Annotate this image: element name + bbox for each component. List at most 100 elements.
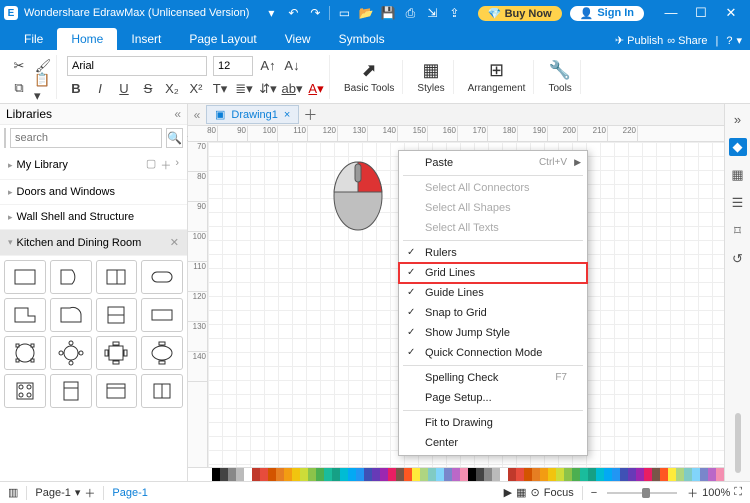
fit-page-icon[interactable]: ⛶ bbox=[734, 486, 742, 499]
collapse-libraries-icon[interactable]: « bbox=[174, 107, 181, 121]
close-tab-icon[interactable]: × bbox=[284, 109, 290, 121]
new-icon[interactable]: ▭ bbox=[336, 5, 352, 21]
highlight-icon[interactable]: ab▾ bbox=[283, 80, 301, 98]
bullets-icon[interactable]: ≣▾ bbox=[235, 80, 253, 98]
layout-mode-icon[interactable]: ▥ bbox=[8, 486, 18, 499]
menu-page-layout[interactable]: Page Layout bbox=[175, 28, 270, 50]
qat-dropdown-icon[interactable]: ▾ bbox=[263, 5, 279, 21]
shape-item[interactable] bbox=[141, 298, 183, 332]
search-icon[interactable]: 🔍 bbox=[166, 128, 183, 148]
minimize-icon[interactable]: — bbox=[656, 5, 686, 21]
shape-item[interactable] bbox=[50, 260, 92, 294]
new-library-icon[interactable]: ＋ bbox=[160, 157, 171, 173]
grid-view-icon[interactable]: ▦ bbox=[516, 486, 526, 499]
active-page-tab[interactable]: Page-1 bbox=[104, 487, 155, 499]
new-tab-icon[interactable]: ＋ bbox=[299, 105, 321, 125]
ctx-select-connectors[interactable]: Select All Connectors bbox=[399, 178, 587, 198]
superscript-icon[interactable]: X² bbox=[187, 80, 205, 98]
shape-item[interactable] bbox=[96, 260, 138, 294]
sign-in-button[interactable]: 👤Sign In bbox=[570, 6, 644, 21]
shape-item[interactable] bbox=[141, 260, 183, 294]
bold-icon[interactable]: B bbox=[67, 80, 85, 98]
underline-icon[interactable]: U bbox=[115, 80, 133, 98]
styles-group[interactable]: ▦Styles bbox=[409, 60, 453, 94]
font-size-select[interactable] bbox=[213, 56, 253, 76]
zoom-in-icon[interactable]: ＋ bbox=[687, 485, 698, 501]
share-icon[interactable]: ⇪ bbox=[446, 5, 462, 21]
lib-section-kitchen[interactable]: ▾Kitchen and Dining Room✕ bbox=[0, 230, 187, 256]
layers-pane-icon[interactable]: ▦ bbox=[729, 166, 747, 184]
properties-pane-icon[interactable]: ⌑ bbox=[729, 222, 747, 240]
lib-section-wall[interactable]: ▸Wall Shell and Structure bbox=[0, 205, 187, 230]
shape-item[interactable] bbox=[4, 374, 46, 408]
shape-item[interactable] bbox=[50, 374, 92, 408]
shape-item[interactable] bbox=[96, 374, 138, 408]
ctx-select-texts[interactable]: Select All Texts bbox=[399, 218, 587, 238]
subscript-icon[interactable]: X₂ bbox=[163, 80, 181, 98]
history-pane-icon[interactable]: ↺ bbox=[729, 250, 747, 268]
vertical-scrollbar[interactable] bbox=[735, 413, 741, 473]
undo-icon[interactable]: ↶ bbox=[285, 5, 301, 21]
ctx-quick-connection[interactable]: ✓Quick Connection Mode bbox=[399, 343, 587, 363]
italic-icon[interactable]: I bbox=[91, 80, 109, 98]
presentation-icon[interactable]: ▶ bbox=[504, 486, 512, 499]
ctx-paste[interactable]: PasteCtrl+V▶ bbox=[399, 153, 587, 173]
arrangement-group[interactable]: ⊞Arrangement bbox=[460, 60, 535, 94]
shrink-font-icon[interactable]: A↓ bbox=[283, 57, 301, 75]
ctx-guide-lines[interactable]: ✓Guide Lines bbox=[399, 283, 587, 303]
shape-item[interactable] bbox=[50, 298, 92, 332]
shape-item[interactable] bbox=[4, 336, 46, 370]
basic-tools-group[interactable]: ⬈Basic Tools bbox=[336, 60, 403, 94]
grow-font-icon[interactable]: A↑ bbox=[259, 57, 277, 75]
ctx-page-setup[interactable]: Page Setup... bbox=[399, 388, 587, 408]
library-filter-select[interactable] bbox=[4, 128, 6, 148]
menu-view[interactable]: View bbox=[271, 28, 325, 50]
zoom-level[interactable]: 100% bbox=[702, 487, 730, 499]
menu-file[interactable]: File bbox=[10, 28, 57, 50]
shape-item[interactable] bbox=[96, 336, 138, 370]
shape-item[interactable] bbox=[4, 260, 46, 294]
page-selector[interactable]: Page-1 ▾ ＋ bbox=[27, 485, 103, 501]
color-bar[interactable] bbox=[188, 467, 724, 481]
ctx-select-shapes[interactable]: Select All Shapes bbox=[399, 198, 587, 218]
font-color-icon[interactable]: A▾ bbox=[307, 80, 325, 98]
ctx-show-jump-style[interactable]: ✓Show Jump Style bbox=[399, 323, 587, 343]
ctx-rulers[interactable]: ✓Rulers bbox=[399, 243, 587, 263]
copy-icon[interactable]: ⧉ bbox=[10, 79, 28, 97]
print-icon[interactable]: ⎙ bbox=[402, 5, 418, 21]
search-input[interactable] bbox=[10, 128, 162, 148]
document-tab[interactable]: ▣Drawing1× bbox=[206, 105, 299, 124]
zoom-out-icon[interactable]: − bbox=[591, 487, 597, 499]
canvas[interactable]: PasteCtrl+V▶ Select All Connectors Selec… bbox=[208, 142, 724, 467]
shape-item[interactable] bbox=[141, 336, 183, 370]
ctx-fit-to-drawing[interactable]: Fit to Drawing bbox=[399, 413, 587, 433]
cut-icon[interactable]: ✂ bbox=[10, 57, 28, 75]
help-icon[interactable]: ? bbox=[726, 35, 732, 47]
shape-item[interactable] bbox=[96, 298, 138, 332]
open-icon[interactable]: 📂 bbox=[358, 5, 374, 21]
menu-insert[interactable]: Insert bbox=[117, 28, 175, 50]
collapse-right-icon[interactable]: » bbox=[729, 110, 747, 128]
shape-item[interactable] bbox=[50, 336, 92, 370]
tools-group[interactable]: 🔧Tools bbox=[540, 60, 580, 94]
ctx-center[interactable]: Center bbox=[399, 433, 587, 453]
share-button[interactable]: ∞ Share bbox=[667, 35, 707, 47]
shape-item[interactable] bbox=[4, 298, 46, 332]
buy-now-button[interactable]: 💎 Buy Now bbox=[478, 6, 562, 21]
menu-home[interactable]: Home bbox=[57, 28, 117, 50]
ctx-spelling-check[interactable]: Spelling CheckF7 bbox=[399, 368, 587, 388]
close-section-icon[interactable]: ✕ bbox=[170, 236, 179, 249]
export-icon[interactable]: ⇲ bbox=[424, 5, 440, 21]
close-icon[interactable]: ✕ bbox=[716, 5, 746, 21]
lib-section-my-library[interactable]: ▸My Library▢＋› bbox=[0, 151, 187, 180]
redo-icon[interactable]: ↷ bbox=[307, 5, 323, 21]
publish-button[interactable]: ✈ Publish bbox=[615, 34, 663, 47]
ctx-grid-lines[interactable]: ✓Grid Lines bbox=[399, 263, 587, 283]
save-icon[interactable]: 💾 bbox=[380, 5, 396, 21]
ctx-snap-to-grid[interactable]: ✓Snap to Grid bbox=[399, 303, 587, 323]
font-name-select[interactable] bbox=[67, 56, 207, 76]
add-library-icon[interactable]: ▢ bbox=[146, 157, 156, 173]
zoom-slider[interactable] bbox=[607, 492, 677, 494]
menu-symbols[interactable]: Symbols bbox=[325, 28, 399, 50]
spacing-icon[interactable]: ⇵▾ bbox=[259, 80, 277, 98]
